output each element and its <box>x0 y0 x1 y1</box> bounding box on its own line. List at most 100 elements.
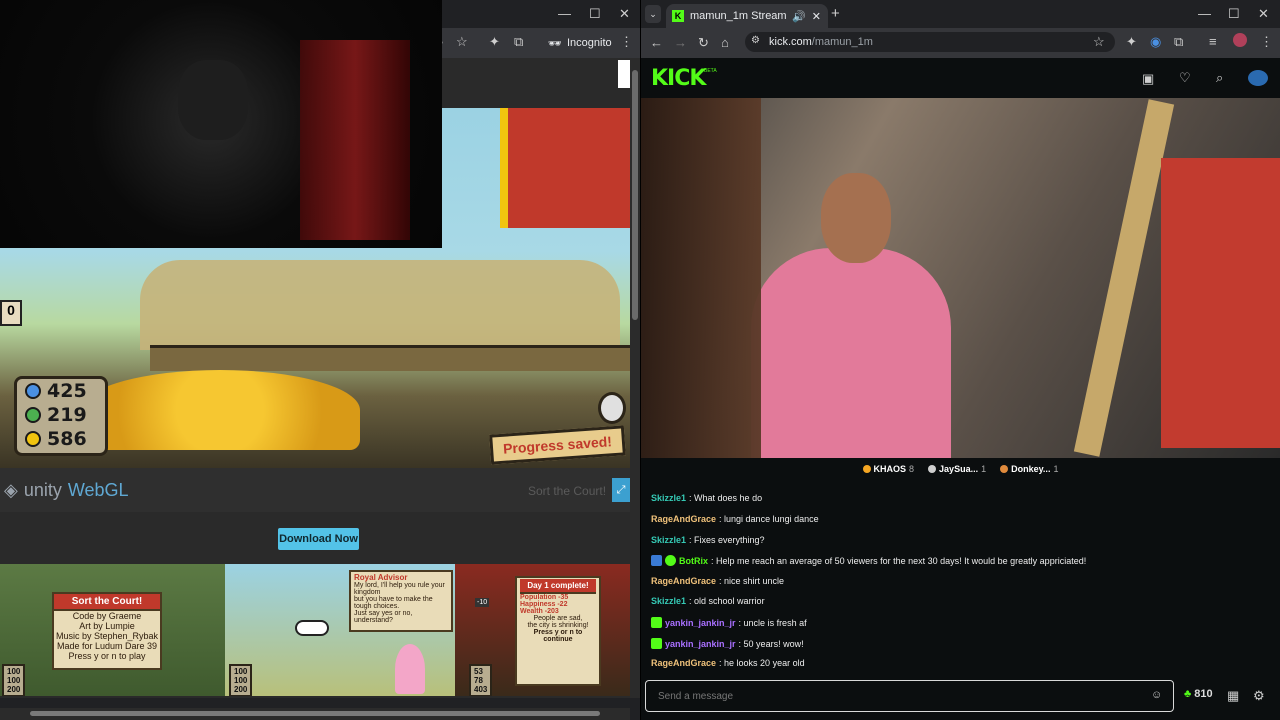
chat-username[interactable]: RageAndGrace <box>651 658 716 668</box>
stream-video[interactable] <box>641 98 1280 458</box>
screenshot-thumbnail-3[interactable]: -10 Day 1 complete! Population -35 Happi… <box>455 564 630 696</box>
profile-avatar[interactable] <box>1233 33 1247 47</box>
chat-text: : uncle is fresh af <box>738 617 807 628</box>
site-info-icon[interactable]: ⚙ <box>751 35 760 46</box>
bookmark-star-icon[interactable]: ☆ <box>456 34 468 50</box>
screenshot-thumbnail-2[interactable]: Royal Advisor My lord, I'll help you rul… <box>225 564 455 696</box>
horizontal-scroll-thumb[interactable] <box>30 711 600 716</box>
download-now-button[interactable]: Download Now <box>278 528 359 550</box>
chat-username[interactable]: Skizzle1 <box>651 493 686 503</box>
thumb-line: the city is shrinking! <box>527 622 589 629</box>
thumb-line: Happiness -22 <box>520 601 568 608</box>
chat-text: : lungi dance lungi dance <box>719 514 819 524</box>
coin-icon <box>928 465 937 473</box>
vertical-scroll-thumb[interactable] <box>632 70 638 320</box>
happiness-stat: 219 <box>17 403 105 427</box>
url-host: kick.com <box>769 36 812 48</box>
right-maximize-icon[interactable]: ☐ <box>1228 6 1240 22</box>
reload-icon[interactable]: ↻ <box>698 35 709 51</box>
foreground-person <box>641 98 761 458</box>
channel-points[interactable]: ♣ 810 <box>1184 688 1213 700</box>
speaker-icon[interactable]: 🔊 <box>792 10 806 23</box>
thumb-title: Day 1 complete! <box>520 579 596 594</box>
title-scroll: Sort the Court! Code by Graeme Art by Lu… <box>52 592 162 670</box>
left-close-icon[interactable]: ✕ <box>619 6 630 22</box>
leader-3[interactable]: Donkey... 1 <box>1000 464 1058 474</box>
red-curtain <box>300 40 410 240</box>
right-minimize-icon[interactable]: — <box>1198 6 1211 21</box>
forward-arrow-icon[interactable]: → <box>674 35 687 50</box>
kick-logo[interactable]: KICK <box>651 66 706 91</box>
chat-username[interactable]: Skizzle1 <box>651 596 686 606</box>
thumb-line: Art by Lumpie <box>79 621 135 631</box>
kick-favicon-icon: K <box>672 10 684 22</box>
gift-icon[interactable]: ▦ <box>1227 688 1239 704</box>
red-cloth <box>1161 158 1280 448</box>
page-scroll-nub <box>618 60 630 88</box>
game-title-label: Sort the Court! <box>528 484 607 498</box>
chat-text: : he looks 20 year old <box>719 658 805 668</box>
chat-username[interactable]: yankin_jankin_jr <box>665 639 736 649</box>
chat-username[interactable]: Skizzle1 <box>651 535 686 545</box>
active-tab[interactable]: K mamun_1m Stream - Watch 🔊 ✕ <box>666 4 828 28</box>
home-icon[interactable]: ⌂ <box>721 35 729 50</box>
puzzle-icon[interactable]: ⧉ <box>514 34 523 50</box>
right-close-icon[interactable]: ✕ <box>1258 6 1269 22</box>
leader-2[interactable]: JaySua... 1 <box>928 464 986 474</box>
thumb-stats: 100 100 200 <box>229 664 253 696</box>
extension-icon[interactable]: ✦ <box>489 34 500 50</box>
right-menu-icon[interactable]: ⋮ <box>1260 34 1273 50</box>
thumb-line: Population -35 <box>520 594 569 601</box>
extension-icon[interactable]: ✦ <box>1126 34 1137 50</box>
heart-icon[interactable]: ♡ <box>1179 70 1191 86</box>
bookmark-star-icon[interactable]: ☆ <box>1093 34 1105 50</box>
chat-input[interactable]: Send a message <box>645 680 1174 712</box>
search-icon[interactable]: ⌕ <box>1216 70 1223 86</box>
media-control-icon[interactable]: ≡ <box>1209 34 1217 49</box>
vpn-icon[interactable]: ◉ <box>1150 34 1161 50</box>
tab-search-button[interactable]: ⌄ <box>645 5 661 23</box>
thumb-line: but you have to make the tough choices. <box>354 596 433 610</box>
subscriber-badge-icon <box>651 617 662 628</box>
chat-text: : 50 years! wow! <box>738 638 804 649</box>
chat-username[interactable]: RageAndGrace <box>651 514 716 524</box>
thumb-line: Wealth -203 <box>520 608 559 615</box>
new-tab-icon[interactable]: + <box>831 5 840 22</box>
happiness-value: 219 <box>47 404 87 426</box>
population-value: 425 <box>47 380 87 402</box>
thumb-line: Made for Ludum Dare 39 <box>56 641 158 651</box>
incognito-label: Incognito <box>566 37 612 49</box>
fullscreen-button[interactable]: ⤢ <box>612 478 630 502</box>
tab-title: mamun_1m Stream - Watch <box>690 10 786 22</box>
thumb-stat: 100 <box>234 676 248 685</box>
left-menu-icon[interactable]: ⋮ <box>620 34 633 50</box>
chat-username[interactable]: BotRix <box>679 556 708 566</box>
browse-icon[interactable]: ▣ <box>1142 71 1154 87</box>
screenshot-thumbnail-1[interactable]: Sort the Court! Code by Graeme Art by Lu… <box>0 564 225 696</box>
puzzle-icon[interactable]: ⧉ <box>1174 34 1183 50</box>
princess-figure <box>395 644 425 694</box>
user-avatar[interactable] <box>1248 70 1268 86</box>
incognito-indicator[interactable]: 🕶 Incognito <box>548 34 612 52</box>
chat-message: RageAndGrace: lungi dance lungi dance <box>651 514 819 524</box>
emoji-icon[interactable]: ☺ <box>1151 689 1162 701</box>
leader-1[interactable]: KHAOS 8 <box>862 464 914 474</box>
chat-username[interactable]: RageAndGrace <box>651 576 716 586</box>
chat-username[interactable]: yankin_jankin_jr <box>665 618 736 628</box>
leader-count: 1 <box>1053 464 1059 474</box>
left-minimize-icon[interactable]: — <box>558 6 571 21</box>
back-arrow-icon[interactable]: ← <box>650 35 663 50</box>
gold-pile <box>80 370 360 450</box>
fullscreen-icon: ⤢ <box>616 484 626 496</box>
advisor-scroll: Royal Advisor My lord, I'll help you rul… <box>349 570 453 632</box>
settings-gear-icon[interactable]: ⚙ <box>1253 688 1265 704</box>
thumb-footer: Press y or n to play <box>68 651 146 661</box>
bot-badge-icon <box>651 555 662 566</box>
tab-close-icon[interactable]: ✕ <box>812 10 821 23</box>
gift-leaderboard: KHAOS 8 JaySua... 1 Donkey... 1 <box>641 458 1280 480</box>
chat-input-placeholder: Send a message <box>658 691 734 702</box>
coin-icon <box>25 431 41 447</box>
left-maximize-icon[interactable]: ☐ <box>589 6 601 22</box>
address-bar[interactable]: kick.com/mamun_1m <box>745 32 1115 52</box>
coin-icon <box>1000 465 1009 473</box>
